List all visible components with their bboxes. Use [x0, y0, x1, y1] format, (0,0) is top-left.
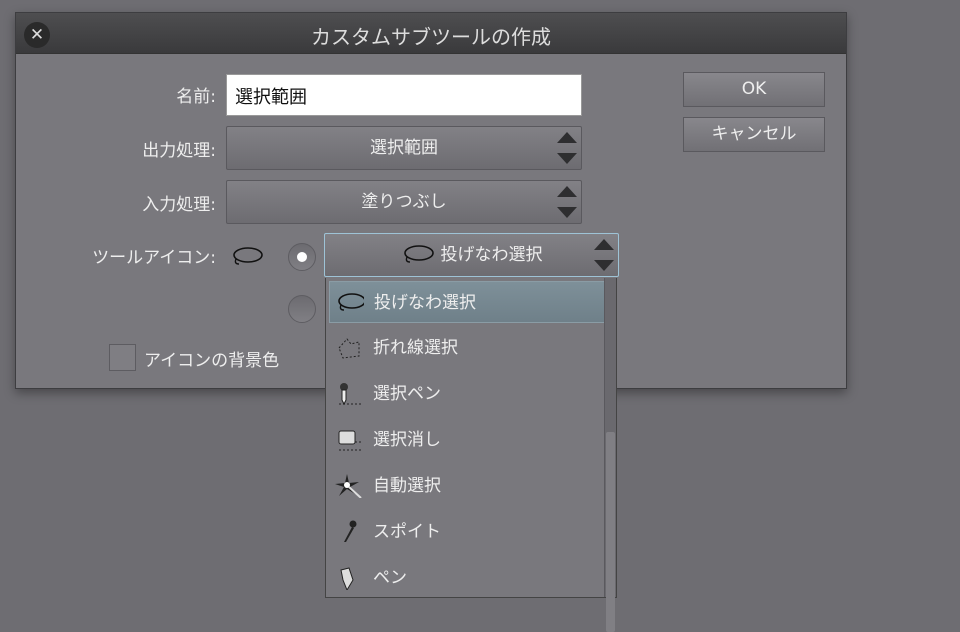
item-label: スポイト	[373, 522, 441, 542]
item-label: 選択ペン	[373, 384, 441, 404]
select-pen-icon	[339, 383, 363, 406]
dropdown-item[interactable]: 選択ペン	[329, 373, 605, 415]
dropdown-item[interactable]: ペン	[329, 557, 605, 599]
name-label: 名前:	[176, 87, 216, 107]
spinner-arrows-icon	[594, 239, 614, 271]
select-eraser-icon	[338, 430, 363, 451]
ok-button[interactable]: OK	[683, 72, 825, 107]
dropdown-item[interactable]: 自動選択	[329, 465, 605, 507]
icon-bg-label: アイコンの背景色	[144, 351, 280, 371]
tool-icon-value: 投げなわ選択	[440, 245, 543, 265]
icon-radio-custom[interactable]	[288, 295, 316, 323]
eyedropper-icon	[344, 520, 357, 542]
item-label: 自動選択	[373, 476, 441, 496]
item-label: 折れ線選択	[373, 338, 458, 358]
tool-icon-label: ツールアイコン:	[92, 248, 216, 268]
input-select[interactable]: 塗りつぶし	[226, 180, 582, 224]
output-value: 選択範囲	[370, 138, 438, 158]
icon-radio-preset[interactable]	[288, 243, 316, 271]
output-select[interactable]: 選択範囲	[226, 126, 582, 170]
lasso-icon	[403, 245, 434, 263]
name-input[interactable]: 選択範囲	[226, 74, 582, 116]
tool-icon-select[interactable]: 投げなわ選択	[324, 233, 619, 277]
spinner-arrows-icon	[557, 186, 577, 218]
dropdown-item[interactable]: 投げなわ選択	[329, 281, 605, 323]
lasso-icon	[233, 247, 263, 265]
input-label: 入力処理:	[142, 195, 216, 215]
title-bar: ✕ カスタムサブツールの作成	[16, 13, 846, 54]
tool-icon-dropdown-list: 投げなわ選択 折れ線選択 選択ペン 選択消し 自動選択 スポイト ペン	[325, 278, 617, 632]
item-label: ペン	[373, 568, 407, 588]
item-label: 投げなわ選択	[374, 293, 476, 313]
dropdown-item[interactable]: 折れ線選択	[329, 327, 605, 369]
polyline-select-icon	[338, 338, 360, 359]
spinner-arrows-icon	[557, 132, 577, 164]
pen-icon	[340, 567, 354, 590]
input-value: 塗りつぶし	[361, 192, 447, 212]
output-label: 出力処理:	[142, 141, 216, 161]
lasso-icon	[338, 293, 364, 311]
dialog-title: カスタムサブツールの作成	[311, 25, 551, 49]
item-label: 選択消し	[373, 430, 441, 450]
dropdown-item[interactable]: スポイト	[329, 511, 605, 553]
scrollbar-thumb[interactable]	[606, 432, 615, 632]
magic-wand-icon	[335, 474, 362, 498]
dropdown-item[interactable]: 選択消し	[329, 419, 605, 461]
dropdown-scrollbar[interactable]	[604, 278, 616, 632]
icon-bg-checkbox[interactable]	[109, 344, 136, 371]
cancel-button[interactable]: キャンセル	[683, 117, 825, 152]
